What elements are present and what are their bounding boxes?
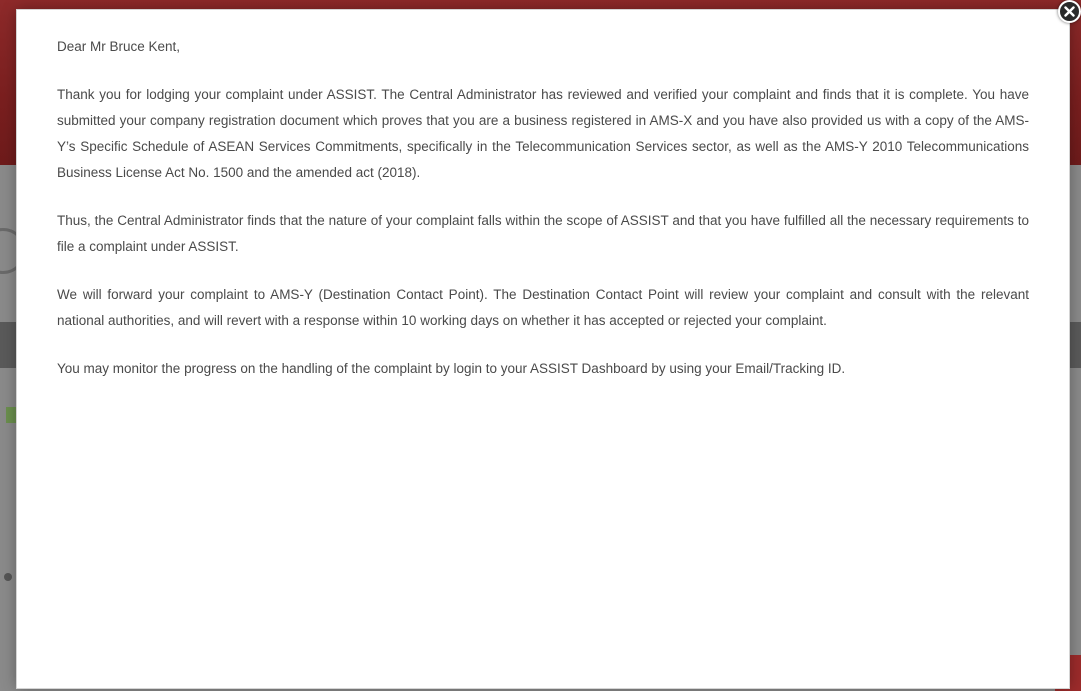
paragraph-monitoring: You may monitor the progress on the hand… (57, 361, 846, 376)
salutation: Dear Mr Bruce Kent, (57, 39, 181, 54)
complaint-status-dialog: Dear Mr Bruce Kent, Thank you for lodgin… (17, 10, 1069, 688)
close-button[interactable] (1058, 0, 1081, 23)
paragraph-forwarding: We will forward your complaint to AMS-Y … (57, 287, 1029, 328)
paragraph-scope: Thus, the Central Administrator finds th… (57, 213, 1029, 254)
paragraph-verification: Thank you for lodging your complaint und… (57, 87, 1029, 180)
close-icon (1064, 6, 1075, 17)
background-dot (4, 573, 12, 581)
background-status-chip (6, 407, 16, 423)
